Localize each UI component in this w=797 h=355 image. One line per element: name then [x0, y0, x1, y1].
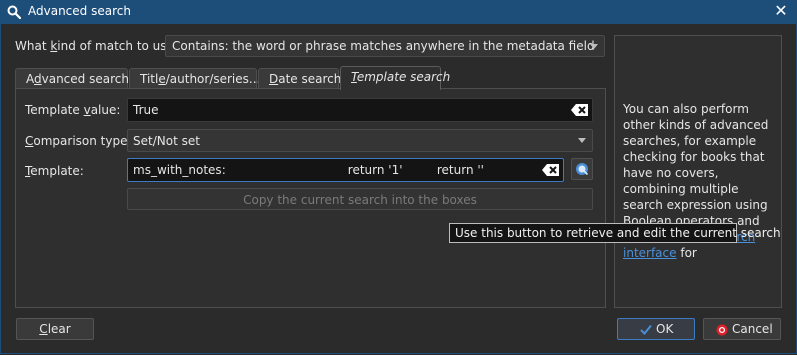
ok-button[interactable]: OK — [617, 318, 695, 340]
comparison-type-select[interactable]: Set/Not set — [127, 129, 593, 152]
template-value-label: Template value: — [25, 103, 121, 117]
tab-label: Date search — [269, 72, 342, 86]
cancel-button-label: Cancel — [732, 322, 773, 336]
tab-label: Template search — [351, 70, 451, 84]
checkmark-icon — [640, 324, 652, 335]
edit-current-search-button[interactable] — [571, 158, 593, 180]
tooltip: Use this button to retrieve and edit the… — [449, 223, 781, 243]
window-title: Advanced search — [28, 4, 131, 18]
clear-text-icon[interactable] — [571, 103, 589, 117]
template-input[interactable]: ms_with_notes: return '1' return '' — [127, 158, 564, 182]
template-text: ms_with_notes: return '1' return '' — [133, 163, 484, 177]
help-text-after-link: for — [680, 246, 697, 260]
clear-button[interactable]: Clear — [16, 318, 94, 340]
tooltip-text: Use this button to retrieve and edit the… — [455, 226, 781, 240]
tab-template-search[interactable]: Template search — [340, 66, 450, 90]
close-icon[interactable]: ✕ — [771, 1, 791, 21]
tab-label: Advanced search — [26, 72, 129, 86]
tab-label: Title/author/series... — [140, 72, 261, 86]
edit-search-icon — [576, 163, 589, 176]
copy-search-button[interactable]: Copy the current search into the boxes — [127, 188, 593, 210]
tab-title-author-series[interactable]: Title/author/series... — [129, 68, 261, 89]
title-bar: Advanced search ✕ — [0, 0, 797, 24]
template-value-text: True — [133, 103, 159, 117]
copy-search-label: Copy the current search into the boxes — [243, 193, 477, 207]
help-panel: You can also perform other kinds of adva… — [614, 35, 782, 308]
magnifier-icon — [7, 5, 21, 19]
match-type-label: What kind of match to use: — [15, 39, 178, 53]
tab-date-search[interactable]: Date search — [258, 68, 342, 89]
match-type-value: Contains: the word or phrase matches any… — [172, 39, 595, 53]
chevron-down-icon — [578, 138, 586, 143]
template-label: Template: — [25, 164, 84, 178]
comparison-type-value: Set/Not set — [133, 134, 200, 148]
template-value-input[interactable]: True — [127, 98, 593, 122]
clear-button-label: Clear — [39, 322, 71, 336]
cancel-button[interactable]: Cancel — [703, 318, 781, 340]
tab-advanced-search[interactable]: Advanced search — [15, 68, 129, 89]
comparison-type-label: Comparison type: — [25, 134, 132, 148]
ok-button-label: OK — [656, 322, 674, 336]
cancel-icon — [716, 324, 728, 336]
chevron-down-icon — [590, 44, 598, 49]
clear-text-icon[interactable] — [542, 163, 560, 177]
match-type-select[interactable]: Contains: the word or phrase matches any… — [165, 35, 605, 57]
